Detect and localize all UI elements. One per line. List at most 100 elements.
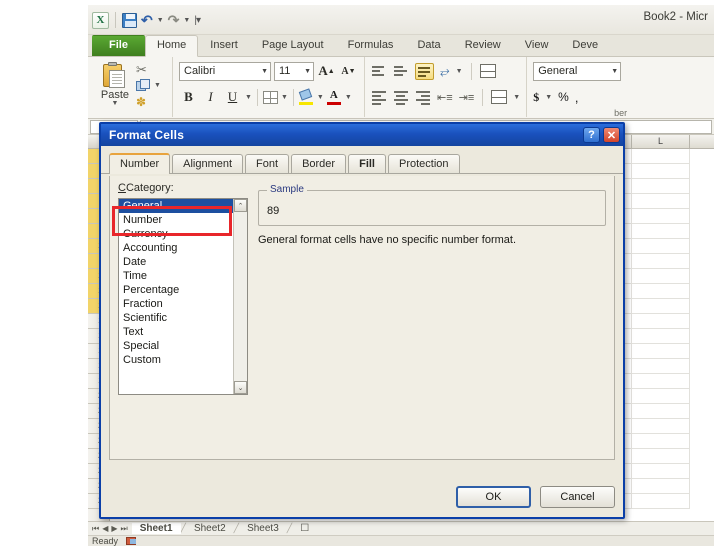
grid-cell[interactable]: [632, 404, 690, 419]
copy-chevron-down-icon[interactable]: ▼: [154, 82, 161, 89]
sheet-tab-sheet1[interactable]: Sheet1: [131, 523, 181, 534]
grid-cell[interactable]: [632, 434, 690, 449]
font-name-combo[interactable]: Calibri ▼: [179, 61, 271, 81]
ribbon-tab-formulas[interactable]: Formulas: [336, 35, 406, 56]
grow-font-button[interactable]: A ▲: [317, 62, 336, 81]
category-item[interactable]: Number: [119, 213, 233, 227]
ribbon-tab-page-layout[interactable]: Page Layout: [250, 35, 336, 56]
ribbon-tab-developer[interactable]: Deve: [560, 35, 610, 56]
undo-chevron-down-icon[interactable]: ▼: [157, 17, 164, 24]
cut-icon[interactable]: ✂: [136, 63, 147, 76]
category-item[interactable]: General: [119, 199, 233, 213]
wrap-text-icon[interactable]: [479, 64, 496, 78]
grid-cell[interactable]: [632, 164, 690, 179]
category-scrollbar[interactable]: ⌃ ⌄: [233, 199, 247, 394]
dialog-tab-alignment[interactable]: Alignment: [172, 154, 244, 173]
close-icon[interactable]: ✕: [603, 127, 620, 143]
sheet-tab-sheet3[interactable]: Sheet3: [239, 523, 287, 534]
italic-button[interactable]: I: [201, 88, 220, 107]
next-sheet-icon[interactable]: ▶: [111, 524, 117, 534]
borders-chevron-down-icon[interactable]: ▼: [281, 94, 288, 101]
merge-center-icon[interactable]: [491, 90, 508, 104]
orientation-icon[interactable]: ⥂: [440, 64, 450, 79]
underline-chevron-down-icon[interactable]: ▼: [245, 94, 252, 101]
cancel-button[interactable]: Cancel: [540, 486, 615, 508]
top-align-icon[interactable]: [371, 65, 387, 78]
category-item[interactable]: Scientific: [119, 311, 233, 325]
paste-chevron-down-icon[interactable]: ▼: [112, 100, 119, 107]
dialog-tab-fill[interactable]: Fill: [348, 154, 386, 173]
category-item[interactable]: Special: [119, 339, 233, 353]
dialog-tab-protection[interactable]: Protection: [387, 154, 460, 173]
ribbon-tab-insert[interactable]: Insert: [198, 35, 250, 56]
grid-cell[interactable]: [632, 374, 690, 389]
paste-button[interactable]: Paste ▼: [94, 60, 136, 117]
borders-icon[interactable]: [262, 90, 278, 104]
grid-cell[interactable]: [632, 419, 690, 434]
column-header-l[interactable]: L: [632, 135, 690, 148]
align-right-icon[interactable]: [415, 90, 431, 105]
grid-cell[interactable]: [632, 479, 690, 494]
macro-record-icon[interactable]: [126, 537, 137, 545]
bold-button[interactable]: B: [179, 88, 198, 107]
dialog-titlebar[interactable]: Format Cells ? ✕: [101, 124, 623, 146]
category-item[interactable]: Accounting: [119, 241, 233, 255]
fill-color-icon[interactable]: [298, 87, 314, 105]
grid-cell[interactable]: [632, 464, 690, 479]
orientation-chevron-down-icon[interactable]: ▼: [456, 68, 463, 75]
category-item[interactable]: Percentage: [119, 283, 233, 297]
ribbon-tab-review[interactable]: Review: [453, 35, 513, 56]
first-sheet-icon[interactable]: ⏮: [92, 524, 99, 534]
grid-cell[interactable]: [632, 239, 690, 254]
accounting-chevron-down-icon[interactable]: ▼: [545, 94, 552, 101]
dialog-tab-number[interactable]: Number: [109, 153, 171, 174]
undo-icon[interactable]: ↶: [141, 13, 153, 27]
comma-style-icon[interactable]: ,: [575, 90, 579, 105]
grid-cell[interactable]: [632, 209, 690, 224]
grid-cell[interactable]: [632, 224, 690, 239]
percent-style-icon[interactable]: %: [558, 90, 569, 104]
grid-cell[interactable]: [632, 254, 690, 269]
grid-cell[interactable]: [632, 269, 690, 284]
shrink-font-button[interactable]: A ▼: [339, 62, 358, 81]
ok-button[interactable]: OK: [456, 486, 531, 508]
accounting-format-icon[interactable]: $: [533, 90, 539, 105]
fill-color-chevron-down-icon[interactable]: ▼: [317, 94, 324, 101]
category-item[interactable]: Text: [119, 325, 233, 339]
save-icon[interactable]: [122, 12, 137, 28]
copy-icon[interactable]: [136, 79, 151, 92]
insert-worksheet-icon[interactable]: ☐: [292, 523, 317, 534]
category-item[interactable]: Custom: [119, 353, 233, 367]
font-color-chevron-down-icon[interactable]: ▼: [345, 94, 352, 101]
customize-qat-icon[interactable]: |▾: [194, 15, 201, 26]
redo-icon[interactable]: ↷: [168, 13, 180, 27]
format-painter-icon[interactable]: ✽: [136, 95, 146, 109]
dialog-tab-border[interactable]: Border: [291, 154, 347, 173]
grid-cell[interactable]: [632, 284, 690, 299]
category-item[interactable]: Time: [119, 269, 233, 283]
underline-button[interactable]: U: [223, 88, 242, 107]
category-item[interactable]: Currency: [119, 227, 233, 241]
category-listbox[interactable]: General Number Currency Accounting Date Time P…: [118, 198, 248, 395]
sheet-tab-sheet2[interactable]: Sheet2: [186, 523, 234, 534]
font-color-icon[interactable]: A: [326, 89, 342, 105]
ribbon-tab-data[interactable]: Data: [405, 35, 452, 56]
ribbon-tab-file[interactable]: File: [92, 35, 145, 56]
last-sheet-icon[interactable]: ⏭: [121, 524, 128, 534]
prev-sheet-icon[interactable]: ◀: [102, 524, 108, 534]
grid-cell[interactable]: [632, 299, 690, 314]
dialog-tab-font[interactable]: Font: [245, 154, 290, 173]
grid-cell[interactable]: [632, 389, 690, 404]
grid-cell[interactable]: [632, 194, 690, 209]
align-left-icon[interactable]: [371, 90, 387, 105]
redo-chevron-down-icon[interactable]: ▼: [183, 17, 190, 24]
grid-cell[interactable]: [632, 494, 690, 509]
category-item[interactable]: Date: [119, 255, 233, 269]
grid-cell[interactable]: [632, 314, 690, 329]
grid-cell[interactable]: [632, 344, 690, 359]
scroll-up-icon[interactable]: ⌃: [234, 199, 247, 212]
grid-cell[interactable]: [632, 149, 690, 164]
grid-cell[interactable]: [632, 179, 690, 194]
align-center-icon[interactable]: [393, 90, 409, 105]
increase-indent-icon[interactable]: ⇥≡: [459, 91, 475, 104]
